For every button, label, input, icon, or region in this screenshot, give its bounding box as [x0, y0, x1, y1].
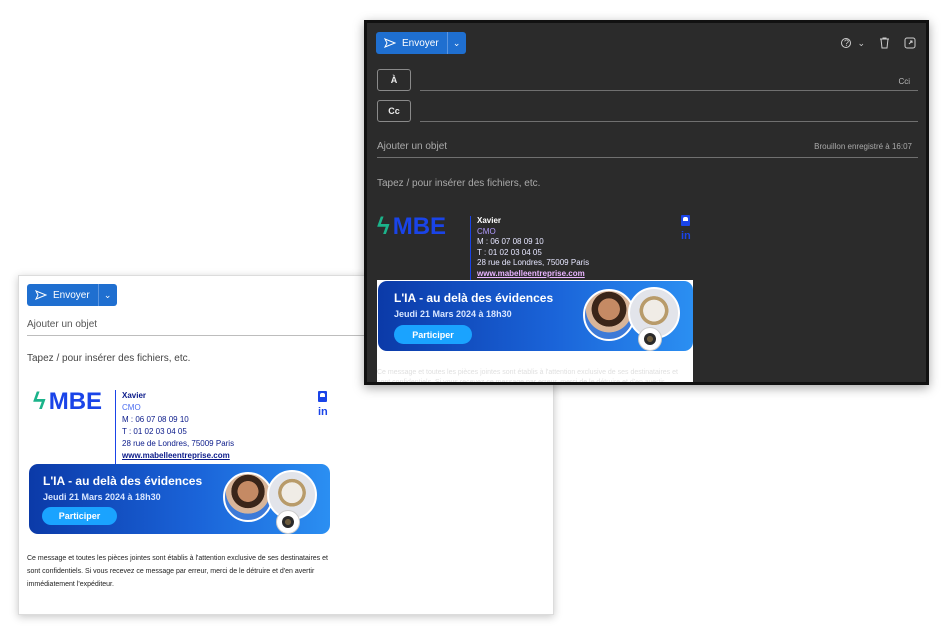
banner-date: Jeudi 21 Mars 2024 à 18h30	[394, 309, 512, 319]
signature-title: CMO	[122, 403, 141, 412]
banner-title: L'IA - au delà des évidences	[43, 474, 203, 488]
bolt-icon: ϟ	[33, 388, 46, 415]
mbe-logo-dark: ϟ MBE	[377, 213, 446, 241]
signature-info: Xavier CMO M : 06 07 08 09 10 T : 01 02 …	[115, 390, 234, 464]
event-banner-dark[interactable]: L'IA - au delà des évidences Jeudi 21 Ma…	[378, 281, 693, 351]
signature-info-dark: Xavier CMO M : 06 07 08 09 10 T : 01 02 …	[470, 216, 589, 282]
logo-text: MBE	[392, 213, 447, 240]
signature-name: Xavier	[122, 391, 147, 400]
subject-field-dark[interactable]: Ajouter un objet	[377, 141, 447, 152]
contact-card-icon[interactable]	[681, 215, 691, 226]
chevron-down-icon[interactable]: ⌄	[857, 38, 865, 49]
bolt-icon: ϟ	[377, 213, 390, 240]
event-banner[interactable]: L'IA - au delà des évidences Jeudi 21 Ma…	[29, 464, 330, 534]
bcc-button[interactable]: Cci	[898, 77, 910, 86]
toolbar-actions: ? ⌄	[841, 37, 916, 49]
dark-compose-window: Envoyer ⌄ ? ⌄ À Cci Cc Ajouter un objet …	[364, 20, 929, 385]
send-button-dark[interactable]: Envoyer	[376, 32, 448, 54]
chevron-down-icon: ⌄	[103, 289, 112, 300]
trash-icon[interactable]	[879, 37, 890, 49]
disclaimer-text: Ce message et toutes les pièces jointes …	[27, 552, 337, 591]
send-label: Envoyer	[402, 37, 439, 49]
disclaimer-line-1: Ce message et toutes les pièces jointes …	[377, 369, 678, 376]
signature-address: 28 rue de Londres, 75009 Paris	[122, 439, 235, 448]
signature-website-link[interactable]: www.mabelleentreprise.com	[477, 269, 589, 280]
event-badge-logo	[638, 327, 662, 351]
logo-text: MBE	[48, 388, 103, 415]
to-field[interactable]	[420, 90, 918, 91]
body-field[interactable]: Tapez / pour insérer des fichiers, etc.	[27, 353, 190, 364]
popout-icon[interactable]	[904, 37, 916, 49]
signature-social-dark: in	[681, 215, 691, 242]
send-options-button-dark[interactable]: ⌄	[447, 32, 466, 54]
banner-title: L'IA - au delà des évidences	[394, 291, 554, 305]
signature-name: Xavier	[477, 216, 502, 225]
send-button[interactable]: Envoyer	[27, 284, 99, 306]
send-icon	[35, 290, 47, 300]
signature-social: in	[318, 391, 328, 418]
contact-card-icon[interactable]	[318, 391, 328, 402]
signature-title: CMO	[477, 226, 496, 236]
draft-status: Brouillon enregistré à 16:07	[814, 142, 912, 151]
send-button-group-dark: Envoyer ⌄	[376, 32, 466, 54]
banner-date: Jeudi 21 Mars 2024 à 18h30	[43, 492, 161, 502]
body-field-dark[interactable]: Tapez / pour insérer des fichiers, etc.	[377, 178, 540, 189]
signature-phone: T : 01 02 03 04 05	[477, 247, 542, 257]
signature-phone: T : 01 02 03 04 05	[122, 427, 187, 436]
linkedin-icon[interactable]: in	[318, 406, 328, 418]
participate-button[interactable]: Participer	[42, 507, 117, 525]
participate-button[interactable]: Participer	[394, 325, 472, 344]
speaker-photo	[223, 472, 273, 522]
cc-field[interactable]	[420, 121, 918, 122]
mbe-logo: ϟ MBE	[33, 388, 102, 416]
disclaimer-line-1: Ce message et toutes les pièces jointes …	[27, 555, 328, 562]
event-badge-logo	[276, 510, 300, 534]
signature-address: 28 rue de Londres, 75009 Paris	[477, 258, 590, 267]
signature-mobile: M : 06 07 08 09 10	[477, 237, 544, 246]
signature-mobile: M : 06 07 08 09 10	[122, 415, 189, 424]
cc-button[interactable]: Cc	[377, 100, 411, 122]
to-button[interactable]: À	[377, 69, 411, 91]
subject-field[interactable]: Ajouter un objet	[27, 319, 367, 336]
send-options-button[interactable]: ⌄	[98, 284, 117, 306]
send-button-group: Envoyer ⌄	[27, 284, 117, 306]
subject-divider	[377, 157, 918, 158]
disclaimer-line-3: immédiatement l'expéditeur.	[27, 581, 114, 588]
send-label: Envoyer	[53, 289, 90, 301]
linkedin-icon[interactable]: in	[681, 230, 691, 242]
help-icon[interactable]: ?	[841, 38, 852, 48]
chevron-down-icon: ⌄	[452, 37, 461, 48]
disclaimer-text-dark: Ce message et toutes les pièces jointes …	[377, 368, 697, 385]
signature-website-link[interactable]: www.mabelleentreprise.com	[122, 450, 234, 462]
disclaimer-line-2: sont confidentiels. Si vous recevez ce m…	[377, 379, 665, 385]
disclaimer-line-2: sont confidentiels. Si vous recevez ce m…	[27, 568, 315, 575]
send-icon	[384, 38, 396, 48]
